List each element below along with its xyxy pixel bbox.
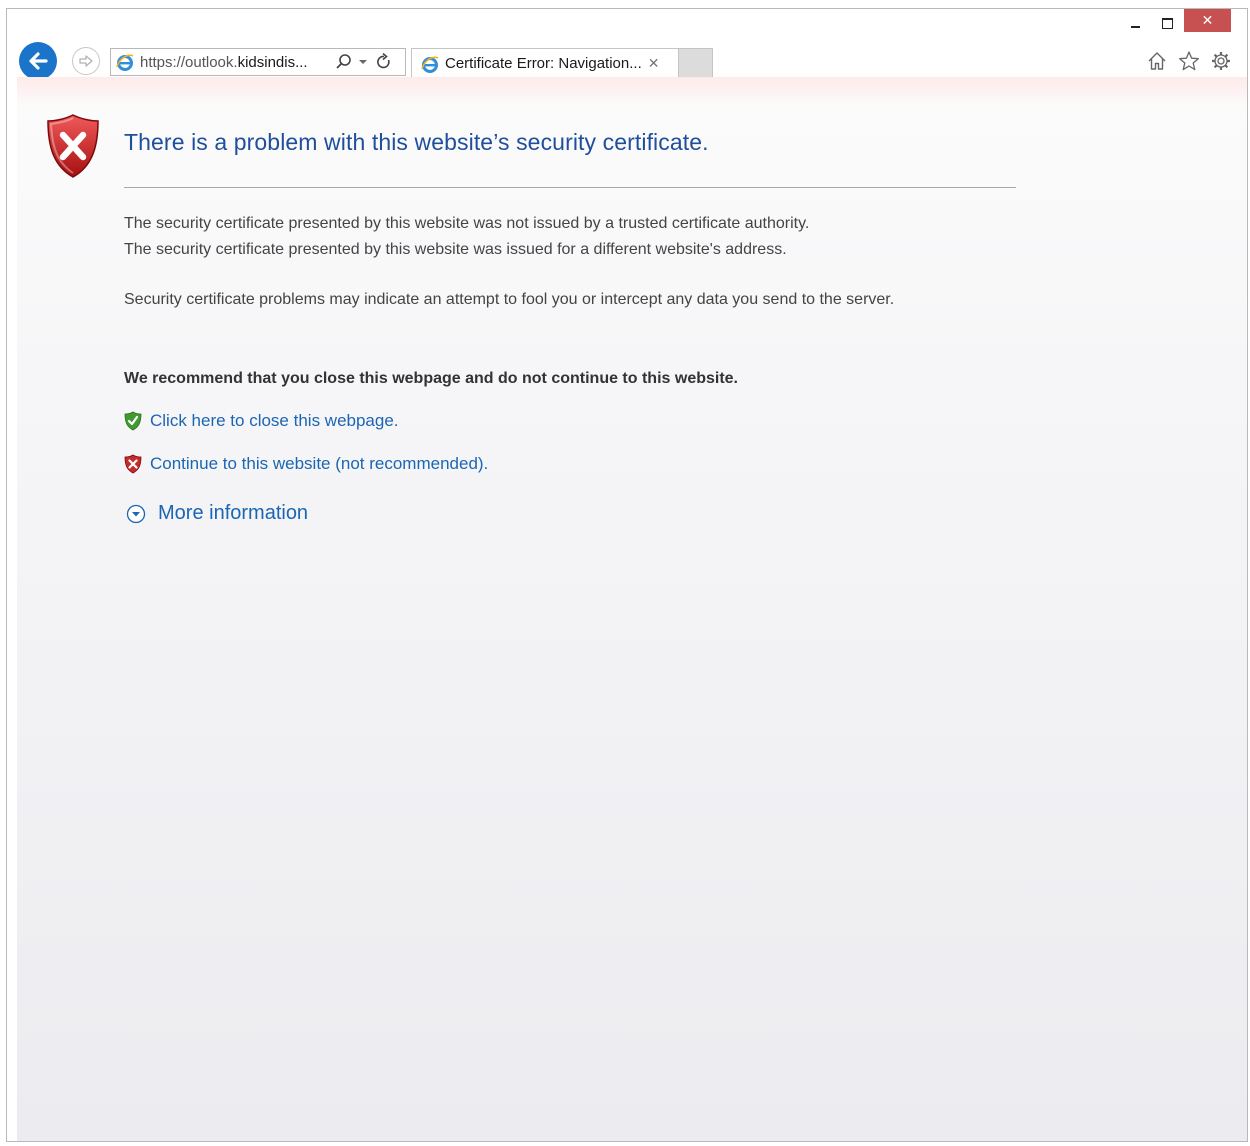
back-button[interactable] <box>19 42 57 80</box>
ie-logo-icon <box>116 54 134 71</box>
certificate-issues-text: The security certificate presented by th… <box>124 211 1024 263</box>
tab-title: Certificate Error: Navigation... <box>445 55 642 72</box>
page-content: There is a problem with this website’s s… <box>17 77 1247 1141</box>
maximize-button[interactable] <box>1151 9 1183 37</box>
issue-untrusted-authority: The security certificate presented by th… <box>124 215 810 232</box>
shield-error-icon <box>47 114 99 178</box>
browser-window: ✕ https://outlook.kidsindis... Certifica… <box>6 8 1248 1142</box>
tab-certificate-error[interactable]: Certificate Error: Navigation... ✕ <box>411 48 679 78</box>
more-information-label: More information <box>158 502 309 524</box>
chevron-down-icon[interactable] <box>358 57 368 67</box>
issue-different-address: The security certificate presented by th… <box>124 241 787 258</box>
refresh-icon[interactable] <box>376 53 392 71</box>
search-icon[interactable] <box>334 52 354 72</box>
close-webpage-row: Click here to close this webpage. <box>124 411 399 431</box>
forward-button[interactable] <box>72 47 100 75</box>
url-prefix: https://outlook. <box>140 53 238 71</box>
maximize-icon <box>1161 17 1173 29</box>
page-title: There is a problem with this website’s s… <box>124 129 709 155</box>
divider <box>124 187 1016 188</box>
close-window-button[interactable]: ✕ <box>1184 9 1231 32</box>
recommendation-text: We recommend that you close this webpage… <box>124 370 738 387</box>
minimize-button[interactable] <box>1119 9 1151 37</box>
minimize-icon <box>1130 26 1140 28</box>
close-webpage-link[interactable]: Click here to close this webpage. <box>150 411 399 431</box>
url-text: https://outlook.kidsindis... <box>140 54 328 71</box>
home-icon[interactable] <box>1145 49 1169 73</box>
close-icon: ✕ <box>1201 12 1214 28</box>
arrow-right-icon <box>79 55 93 67</box>
continue-website-row: Continue to this website (not recommende… <box>124 454 488 474</box>
more-information-toggle[interactable]: More information <box>126 502 308 525</box>
shield-error-small-icon <box>124 454 142 474</box>
arrow-left-icon <box>29 52 48 70</box>
warning-text: Security certificate problems may indica… <box>124 291 895 308</box>
tab-close-icon[interactable]: ✕ <box>648 55 660 72</box>
ie-logo-icon <box>421 56 439 73</box>
url-domain: kidsindis... <box>237 53 308 71</box>
new-tab-button[interactable] <box>679 48 713 78</box>
gear-icon[interactable] <box>1209 49 1233 73</box>
expand-circle-icon <box>126 504 146 523</box>
continue-website-link[interactable]: Continue to this website (not recommende… <box>150 454 488 474</box>
star-icon[interactable] <box>1177 49 1201 73</box>
shield-check-icon <box>124 411 142 431</box>
address-bar[interactable]: https://outlook.kidsindis... <box>110 48 406 76</box>
